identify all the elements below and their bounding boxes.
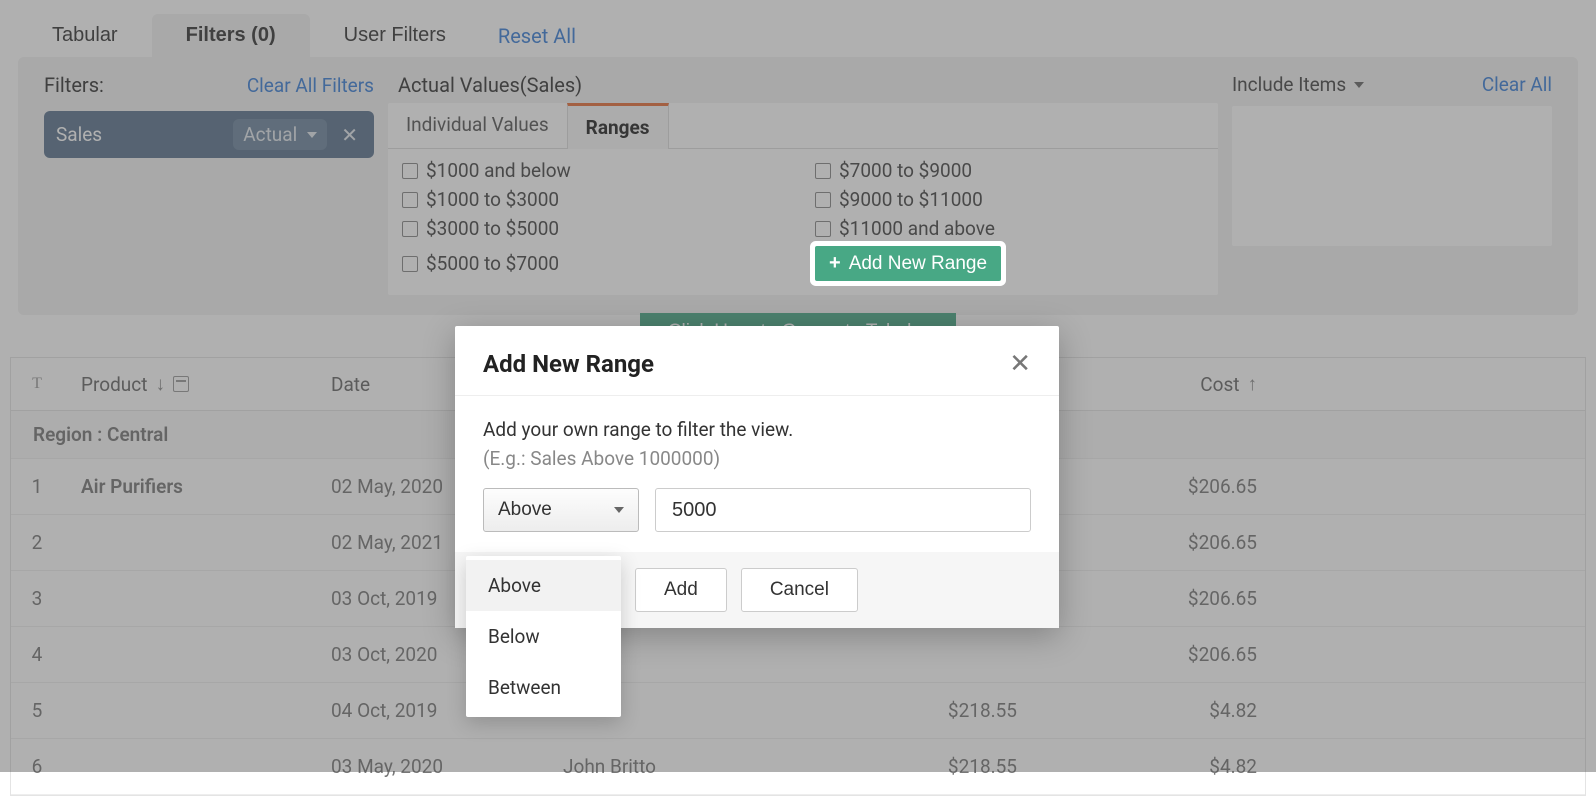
- remove-filter-icon[interactable]: ✕: [337, 123, 362, 147]
- cancel-button[interactable]: Cancel: [741, 568, 858, 612]
- table-row: 504 Oct, 2019itto$218.55$4.82: [11, 683, 1585, 739]
- cell-product: [63, 571, 313, 626]
- dropdown-option-below[interactable]: Below: [466, 611, 621, 662]
- cell-product: [63, 683, 313, 738]
- reset-all-link[interactable]: Reset All: [498, 24, 576, 48]
- plus-icon: +: [829, 252, 841, 275]
- range-option[interactable]: $11000 and above: [815, 217, 1204, 240]
- filter-pill-sales[interactable]: Sales Actual ✕: [44, 111, 374, 158]
- checkbox-icon[interactable]: [402, 192, 418, 208]
- cell-value: $218.55: [795, 739, 1035, 794]
- filter-pill-mode: Actual: [243, 123, 297, 146]
- filter-pill-name: Sales: [56, 123, 233, 146]
- row-number: 4: [11, 627, 63, 682]
- sort-up-icon[interactable]: ↑: [1248, 372, 1258, 396]
- row-number: 1: [11, 459, 63, 514]
- cell-person: John Britto: [545, 739, 795, 794]
- chevron-down-icon: [614, 507, 624, 513]
- subtab-individual[interactable]: Individual Values: [388, 103, 567, 148]
- column-header-cost[interactable]: Cost ↑: [1035, 358, 1275, 410]
- row-number: 2: [11, 515, 63, 570]
- cell-cost: $206.65: [1035, 459, 1275, 514]
- add-button[interactable]: Add: [635, 568, 727, 612]
- range-option[interactable]: $3000 to $5000: [402, 217, 791, 240]
- range-option[interactable]: $5000 to $7000: [402, 246, 791, 281]
- cell-product: [63, 627, 313, 682]
- cell-product: Air Purifiers: [63, 459, 313, 514]
- cell-cost: $206.65: [1035, 571, 1275, 626]
- cell-cost: $206.65: [1035, 627, 1275, 682]
- range-option[interactable]: $7000 to $9000: [815, 159, 1204, 182]
- checkbox-icon[interactable]: [402, 163, 418, 179]
- checkbox-icon[interactable]: [815, 192, 831, 208]
- row-number: 5: [11, 683, 63, 738]
- modal-example: (E.g.: Sales Above 1000000): [483, 447, 1031, 470]
- modal-description: Add your own range to filter the view.: [483, 418, 1031, 441]
- include-items-box: [1232, 106, 1552, 246]
- range-type-select[interactable]: Above: [483, 488, 639, 532]
- text-type-icon: T: [32, 375, 42, 393]
- clear-all-include-link[interactable]: Clear All: [1482, 73, 1552, 96]
- tab-filters[interactable]: Filters (0): [152, 14, 310, 57]
- checkbox-icon[interactable]: [402, 256, 418, 272]
- include-items-dropdown[interactable]: Include Items: [1232, 73, 1364, 96]
- dropdown-option-above[interactable]: Above: [466, 560, 621, 611]
- range-type-dropdown: Above Below Between: [466, 556, 621, 717]
- dropdown-option-between[interactable]: Between: [466, 662, 621, 713]
- cell-date: 03 May, 2020: [313, 739, 545, 794]
- table-row: 6 03 May, 2020John Britto$218.55$4.82: [11, 739, 1585, 795]
- subtab-ranges[interactable]: Ranges: [567, 103, 669, 149]
- calendar-icon: [173, 376, 189, 392]
- cell-cost: $206.65: [1035, 515, 1275, 570]
- filter-pill-mode-select[interactable]: Actual: [233, 119, 327, 150]
- tab-user-filters[interactable]: User Filters: [310, 14, 480, 57]
- cell-product: [63, 739, 313, 794]
- row-number: 3: [11, 571, 63, 626]
- tab-tabular[interactable]: Tabular: [18, 14, 152, 57]
- range-value-input[interactable]: [655, 488, 1031, 532]
- range-option[interactable]: $9000 to $11000: [815, 188, 1204, 211]
- table-row: 403 Oct, 2020$206.65: [11, 627, 1585, 683]
- checkbox-icon[interactable]: [815, 163, 831, 179]
- actual-values-title: Actual Values(Sales): [388, 73, 1218, 103]
- column-header-product[interactable]: Product ↓: [63, 358, 313, 410]
- cell-cost: $4.82: [1035, 739, 1275, 794]
- chevron-down-icon: [307, 132, 317, 138]
- cell-cost: $4.82: [1035, 683, 1275, 738]
- clear-all-filters-link[interactable]: Clear All Filters: [247, 74, 374, 97]
- filters-heading: Filters:: [44, 73, 104, 97]
- cell-value: [795, 627, 1035, 682]
- cell-value: $218.55: [795, 683, 1035, 738]
- cell-product: [63, 515, 313, 570]
- checkbox-icon[interactable]: [815, 221, 831, 237]
- close-icon[interactable]: ✕: [1009, 348, 1031, 379]
- sort-down-icon[interactable]: ↓: [155, 372, 165, 396]
- range-option[interactable]: $1000 to $3000: [402, 188, 791, 211]
- modal-title: Add New Range: [483, 350, 654, 378]
- chevron-down-icon: [1354, 82, 1364, 88]
- checkbox-icon[interactable]: [402, 221, 418, 237]
- row-number: 6: [11, 739, 63, 794]
- range-option[interactable]: $1000 and below: [402, 159, 791, 182]
- add-new-range-button[interactable]: + Add New Range: [815, 246, 1001, 281]
